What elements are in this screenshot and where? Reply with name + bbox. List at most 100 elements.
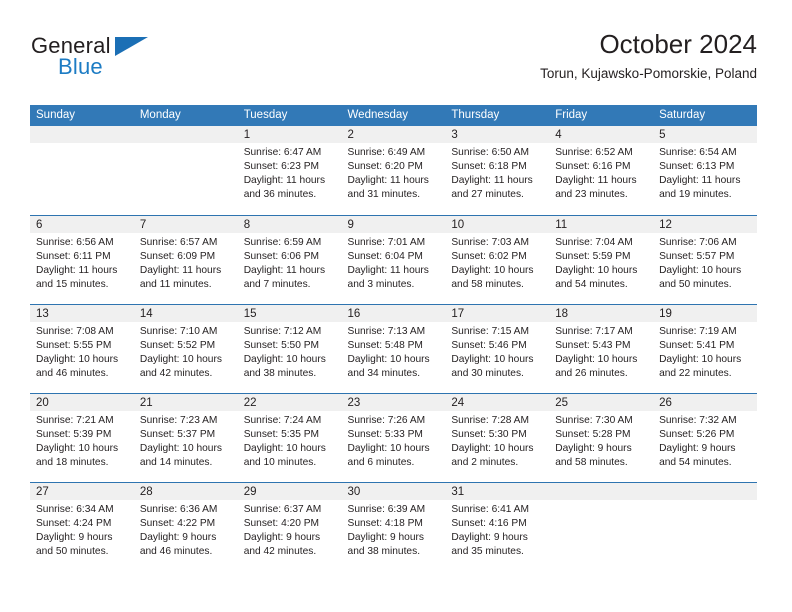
day-number: 4 (549, 126, 654, 143)
daylight-text-line2: and 19 minutes. (659, 189, 732, 200)
daylight-text-line1: Daylight: 10 hours (139, 353, 222, 365)
day-details: Sunrise: 7:06 AM Sunset: 5:57 PM Daylight:… (653, 233, 757, 292)
day-details: Sunrise: 7:13 AM Sunset: 5:48 PM Daylight:… (342, 322, 446, 381)
sunset-text: Sunset: 5:28 PM (555, 428, 631, 440)
sunset-text: Sunset: 6:06 PM (243, 250, 320, 262)
daylight-text-line2: and 50 minutes. (659, 278, 732, 290)
day-details: Sunrise: 7:08 AM Sunset: 5:55 PM Daylight:… (30, 322, 134, 381)
daylight-text-line2: and 27 minutes. (451, 189, 524, 200)
calendar-day-cell[interactable]: 29 Sunrise: 6:37 AM Sunset: 4:20 PM Dayligh… (237, 481, 342, 571)
sunset-text: Sunset: 5:35 PM (243, 428, 320, 440)
day-details: Sunrise: 7:30 AM Sunset: 5:28 PM Daylight:… (549, 411, 653, 470)
calendar-day-cell[interactable]: 19 Sunrise: 7:19 AM Sunset: 5:41 PM Dayligh… (653, 303, 757, 393)
daylight-text-line2: and 46 minutes. (36, 367, 109, 379)
sunrise-text: Sunrise: 7:04 AM (555, 236, 633, 248)
calendar-day-cell[interactable]: 25 Sunrise: 7:30 AM Sunset: 5:28 PM Dayligh… (549, 392, 654, 482)
day-details: Sunrise: 7:26 AM Sunset: 5:33 PM Daylight:… (342, 411, 446, 470)
daylight-text-line2: and 42 minutes. (139, 367, 213, 379)
day-details: Sunrise: 7:04 AM Sunset: 5:59 PM Daylight:… (549, 233, 653, 292)
calendar-day-cell[interactable]: 27 Sunrise: 6:34 AM Sunset: 4:24 PM Dayligh… (30, 481, 134, 571)
sunrise-text: Sunrise: 7:23 AM (139, 414, 218, 426)
calendar-day-cell[interactable]: 4 Sunrise: 6:52 AM Sunset: 6:16 PM Daylight… (549, 126, 654, 215)
calendar-day-cell[interactable]: 24 Sunrise: 7:28 AM Sunset: 5:30 PM Dayligh… (445, 392, 550, 482)
calendar-day-cell[interactable]: 15 Sunrise: 7:12 AM Sunset: 5:50 PM Dayligh… (237, 303, 342, 393)
daylight-text-line1: Daylight: 11 hours (347, 175, 429, 186)
day-number: 1 (237, 126, 342, 143)
calendar-day-cell[interactable]: 1 Sunrise: 6:47 AM Sunset: 6:23 PM Daylight… (237, 126, 342, 215)
sunrise-text: Sunrise: 7:08 AM (36, 325, 114, 337)
day-details: Sunrise: 6:37 AM Sunset: 4:20 PM Daylight:… (238, 500, 342, 559)
calendar-day-cell[interactable]: 6 Sunrise: 6:56 AM Sunset: 6:11 PM Daylight… (30, 214, 134, 304)
sunset-text: Sunset: 5:43 PM (555, 339, 631, 351)
day-number: 22 (237, 393, 342, 411)
calendar-week-row: 6 Sunrise: 6:56 AM Sunset: 6:11 PM Daylight… (30, 214, 757, 304)
sunset-text: Sunset: 5:50 PM (243, 339, 320, 351)
sunset-text: Sunset: 4:20 PM (243, 517, 320, 529)
daylight-text-line1: Daylight: 10 hours (36, 353, 119, 365)
calendar-day-cell[interactable]: 17 Sunrise: 7:15 AM Sunset: 5:46 PM Dayligh… (445, 303, 550, 393)
calendar-day-cell[interactable]: 12 Sunrise: 7:06 AM Sunset: 5:57 PM Dayligh… (653, 214, 757, 304)
calendar-day-cell[interactable]: 31 Sunrise: 6:41 AM Sunset: 4:16 PM Dayligh… (445, 481, 550, 571)
day-number: 30 (341, 482, 446, 500)
sunrise-text: Sunrise: 7:26 AM (347, 414, 426, 426)
sunset-text: Sunset: 5:52 PM (139, 339, 216, 351)
calendar-day-cell[interactable]: 9 Sunrise: 7:01 AM Sunset: 6:04 PM Daylight… (341, 214, 446, 304)
daylight-text-line1: Daylight: 11 hours (659, 175, 741, 186)
sunrise-text: Sunrise: 6:41 AM (451, 503, 529, 515)
sunrise-text: Sunrise: 7:13 AM (347, 325, 426, 337)
calendar-day-cell[interactable]: 8 Sunrise: 6:59 AM Sunset: 6:06 PM Daylight… (237, 214, 342, 304)
day-number: 7 (133, 215, 238, 233)
sunset-text: Sunset: 6:20 PM (347, 161, 423, 172)
day-number: 5 (653, 126, 757, 143)
calendar-day-cell[interactable]: 30 Sunrise: 6:39 AM Sunset: 4:18 PM Dayligh… (341, 481, 446, 571)
calendar-day-cell[interactable]: 3 Sunrise: 6:50 AM Sunset: 6:18 PM Daylight… (445, 126, 550, 215)
day-number: 10 (445, 215, 550, 233)
calendar-day-cell[interactable]: 21 Sunrise: 7:23 AM Sunset: 5:37 PM Dayligh… (133, 392, 238, 482)
sunset-text: Sunset: 6:02 PM (451, 250, 527, 262)
calendar-day-cell[interactable]: 26 Sunrise: 7:32 AM Sunset: 5:26 PM Dayligh… (653, 392, 757, 482)
calendar-day-cell[interactable]: 18 Sunrise: 7:17 AM Sunset: 5:43 PM Dayligh… (549, 303, 654, 393)
calendar-day-cell-empty (133, 126, 238, 215)
calendar-day-cell[interactable]: 22 Sunrise: 7:24 AM Sunset: 5:35 PM Dayligh… (237, 392, 342, 482)
day-number: 28 (133, 482, 238, 500)
calendar-day-cell[interactable]: 16 Sunrise: 7:13 AM Sunset: 5:48 PM Dayligh… (341, 303, 446, 393)
sunset-text: Sunset: 6:13 PM (659, 161, 735, 172)
calendar-day-cell[interactable]: 20 Sunrise: 7:21 AM Sunset: 5:39 PM Dayligh… (30, 392, 134, 482)
location-subtitle: Torun, Kujawsko-Pomorskie, Poland (540, 66, 757, 81)
calendar-day-cell[interactable]: 10 Sunrise: 7:03 AM Sunset: 6:02 PM Dayligh… (445, 214, 550, 304)
calendar-week-row: 13 Sunrise: 7:08 AM Sunset: 5:55 PM Dayligh… (30, 303, 757, 393)
daylight-text-line1: Daylight: 9 hours (139, 531, 217, 543)
sunset-text: Sunset: 5:41 PM (659, 339, 735, 351)
daylight-text-line2: and 42 minutes. (243, 545, 317, 557)
calendar-day-cell[interactable]: 5 Sunrise: 6:54 AM Sunset: 6:13 PM Daylight… (653, 126, 757, 215)
calendar-day-cell[interactable]: 14 Sunrise: 7:10 AM Sunset: 5:52 PM Dayligh… (133, 303, 238, 393)
calendar-day-cell-empty (653, 481, 757, 571)
day-details: Sunrise: 7:17 AM Sunset: 5:43 PM Daylight:… (549, 322, 653, 381)
calendar-day-cell[interactable]: 23 Sunrise: 7:26 AM Sunset: 5:33 PM Dayligh… (341, 392, 446, 482)
calendar-page: General Blue October 2024 Torun, Kujawsk… (0, 0, 792, 612)
sunrise-text: Sunrise: 6:47 AM (243, 147, 322, 158)
daylight-text-line2: and 34 minutes. (347, 367, 421, 379)
daylight-text-line2: and 3 minutes. (347, 278, 415, 290)
sunset-text: Sunset: 5:37 PM (139, 428, 216, 440)
sunrise-text: Sunrise: 7:21 AM (36, 414, 114, 426)
calendar-day-cell[interactable]: 11 Sunrise: 7:04 AM Sunset: 5:59 PM Dayligh… (549, 214, 654, 304)
daylight-text-line2: and 11 minutes. (139, 278, 212, 290)
brand-logo[interactable]: General Blue (31, 34, 221, 84)
day-number: 15 (237, 304, 342, 322)
daylight-text-line2: and 58 minutes. (555, 456, 628, 468)
calendar-day-cell[interactable]: 13 Sunrise: 7:08 AM Sunset: 5:55 PM Dayligh… (30, 303, 134, 393)
calendar-day-cell[interactable]: 7 Sunrise: 6:57 AM Sunset: 6:09 PM Daylight… (133, 214, 238, 304)
sunset-text: Sunset: 6:09 PM (139, 250, 216, 262)
calendar-week-row: 27 Sunrise: 6:34 AM Sunset: 4:24 PM Dayligh… (30, 481, 757, 571)
calendar-day-cell[interactable]: 28 Sunrise: 6:36 AM Sunset: 4:22 PM Dayligh… (133, 481, 238, 571)
day-details: Sunrise: 7:15 AM Sunset: 5:46 PM Daylight:… (445, 322, 549, 381)
sunrise-text: Sunrise: 7:30 AM (555, 414, 633, 426)
calendar-day-cell[interactable]: 2 Sunrise: 6:49 AM Sunset: 6:20 PM Daylight… (341, 126, 446, 215)
day-details: Sunrise: 6:57 AM Sunset: 6:09 PM Daylight:… (134, 233, 238, 292)
day-details: Sunrise: 7:01 AM Sunset: 6:04 PM Daylight:… (342, 233, 446, 292)
sunset-text: Sunset: 5:33 PM (347, 428, 423, 440)
sunrise-text: Sunrise: 7:06 AM (659, 236, 737, 248)
daylight-text-line1: Daylight: 10 hours (659, 353, 742, 365)
daylight-text-line1: Daylight: 9 hours (451, 531, 528, 543)
